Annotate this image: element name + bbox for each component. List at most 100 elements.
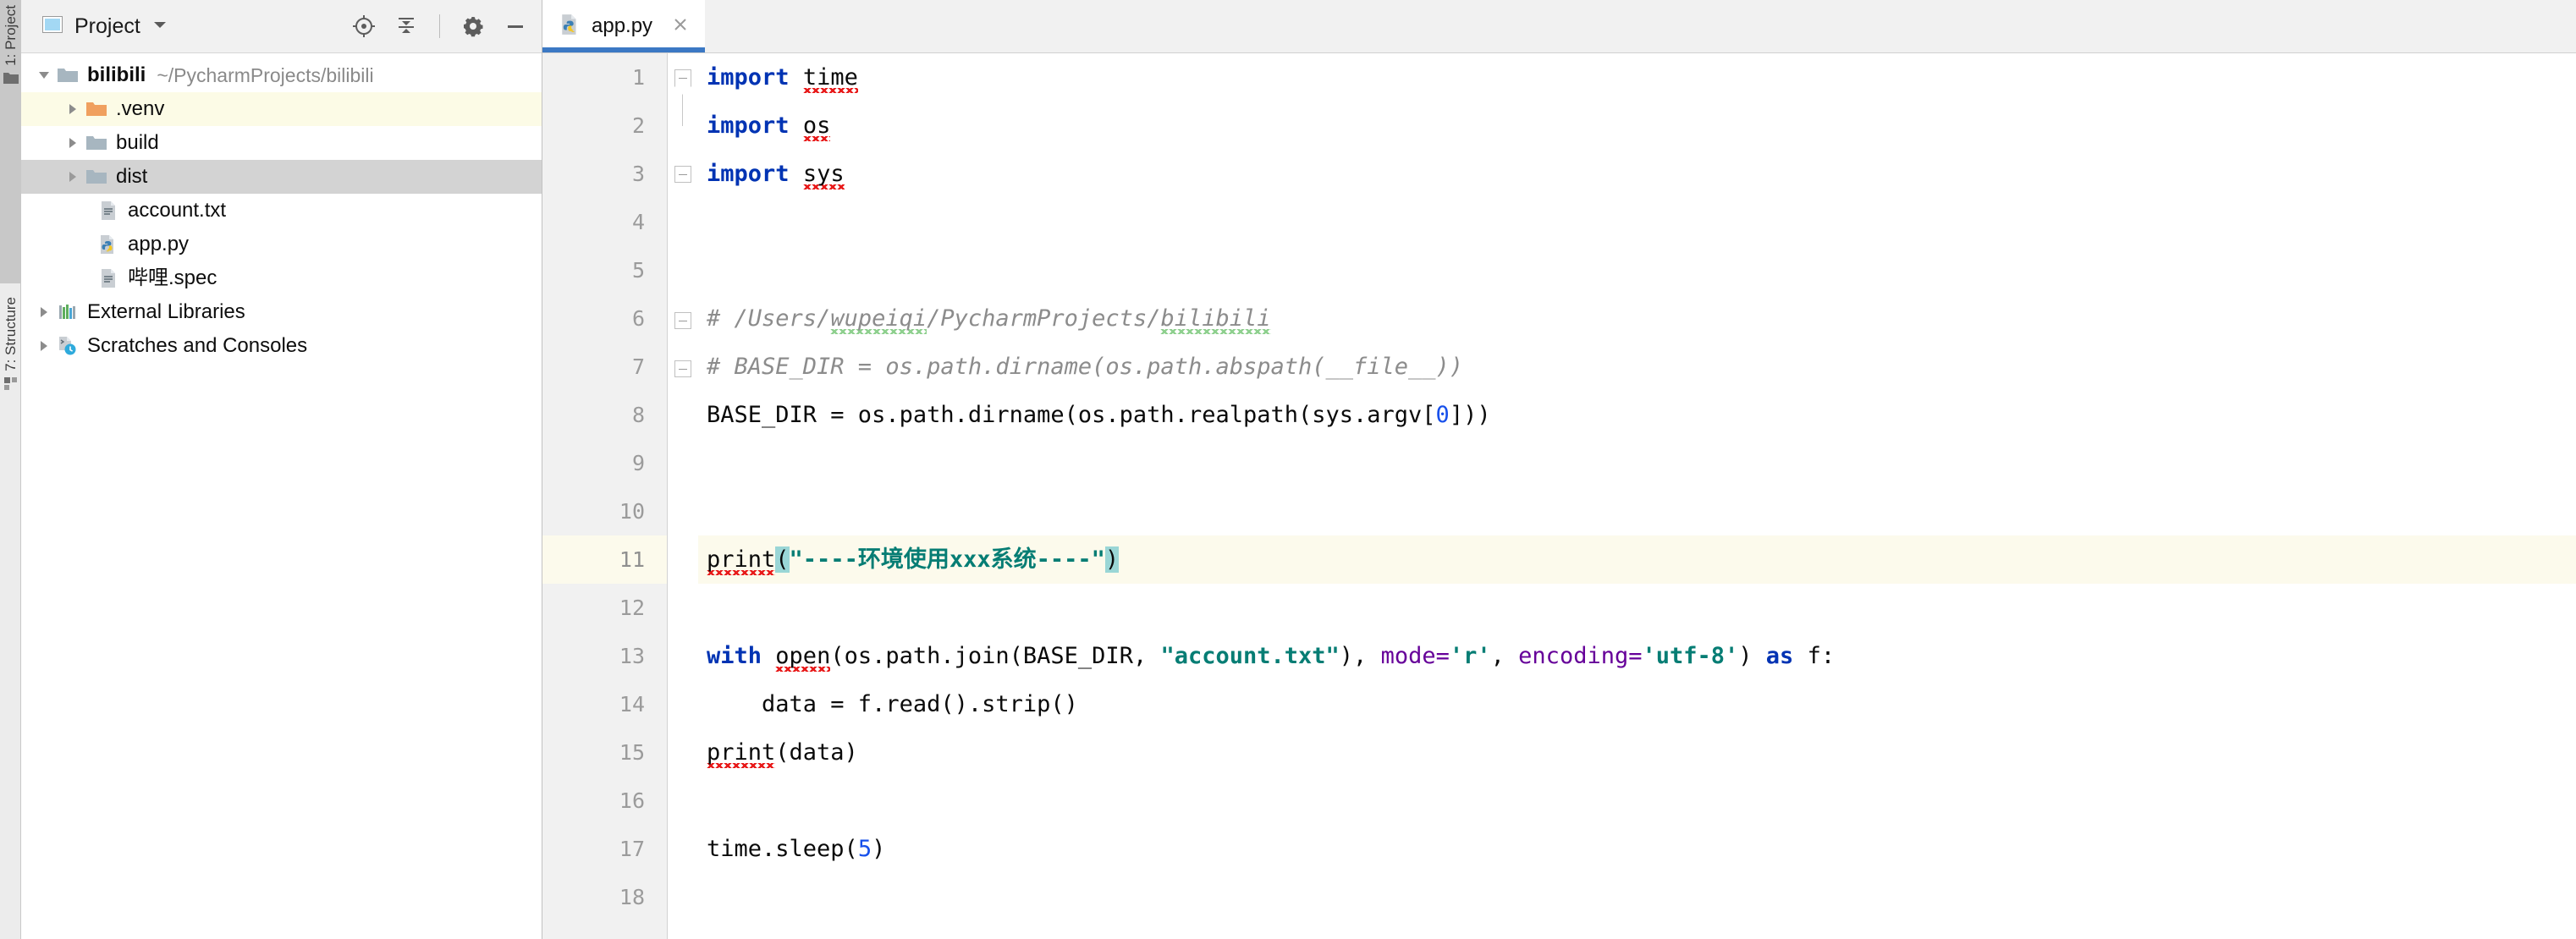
editor-tab-bar: app.py: [542, 0, 2576, 53]
tool-window-tab-structure-label: 7: Structure: [3, 297, 19, 371]
structure-icon: [3, 376, 19, 395]
line-number: 18: [619, 885, 645, 909]
module-sys: sys: [802, 161, 845, 189]
comment-part: # /Users/: [707, 305, 831, 332]
code-line-8: BASE_DIR = os.path.dirname(os.path.realp…: [698, 391, 2576, 439]
tree-row[interactable]: build: [21, 126, 542, 160]
keyword-as: as: [1765, 643, 1794, 669]
comment-basedir: # BASE_DIR = os.path.dirname(os.path.abs…: [707, 354, 1464, 380]
module-time: time: [802, 64, 858, 93]
chevron-collapsed-icon[interactable]: [33, 338, 55, 354]
code-editor[interactable]: 1 2 3 4 5 6 7 8 9 10 11 12 13 14 15 16 1…: [542, 53, 2576, 939]
fold-marker-comment-7[interactable]: [674, 360, 691, 377]
minimize-icon[interactable]: [501, 12, 530, 41]
tree-item-label: Scratches and Consoles: [87, 334, 308, 357]
code-line-11: print("----环境使用xxx系统----"): [698, 535, 2576, 584]
code-line-14: data = f.read().strip(): [698, 680, 2576, 728]
tool-window-tab-structure[interactable]: 7: Structure: [0, 292, 21, 579]
tool-window-tab-project-label: 1: Project: [3, 5, 19, 66]
function-open: open: [775, 643, 831, 672]
chevron-expanded-icon[interactable]: [33, 68, 55, 83]
code-text: ])): [1449, 402, 1491, 428]
folder-icon: [84, 167, 109, 186]
tree-row[interactable]: 哔哩.spec: [21, 261, 542, 295]
collapse-all-icon[interactable]: [392, 12, 421, 41]
line-number: 14: [619, 692, 645, 717]
code-line-6: # /Users/wupeiqi/PycharmProjects/bilibil…: [698, 294, 2576, 343]
chevron-collapsed-icon[interactable]: [62, 102, 84, 117]
code-text: ,: [1490, 643, 1519, 669]
module-os: os: [802, 113, 831, 141]
string-literal-banner: "----环境使用xxx系统----": [789, 546, 1105, 573]
code-folding-gutter[interactable]: [668, 53, 698, 939]
project-tool-window: Project bilibili ~/PycharmProjects/bilib…: [21, 0, 542, 939]
tree-item-label: .venv: [116, 97, 165, 120]
tree-item-label: dist: [116, 165, 148, 188]
function-print: print: [707, 546, 776, 575]
scratches-icon: [55, 336, 80, 356]
tree-row[interactable]: .venv: [21, 92, 542, 126]
fold-marker-comment-6[interactable]: [674, 312, 691, 329]
kwarg-encoding: encoding: [1518, 643, 1629, 669]
code-line-17: time.sleep(5): [698, 825, 2576, 873]
tree-row[interactable]: bilibili ~/PycharmProjects/bilibili: [21, 58, 542, 92]
chevron-down-icon[interactable]: [151, 19, 168, 35]
folder-icon: [84, 134, 109, 152]
fold-marker-imports-end[interactable]: [674, 166, 691, 183]
folder-orange-icon: [84, 100, 109, 118]
pycharm-window: 1: Project 7: Structure Project bilibili…: [0, 0, 2576, 939]
project-window-icon: [41, 14, 63, 40]
tree-item-label: External Libraries: [87, 300, 245, 323]
line-number: 1: [631, 65, 645, 90]
line-number: 5: [631, 258, 645, 283]
line-number: 3: [631, 162, 645, 186]
code-text: (os.path.join(BASE_DIR,: [830, 643, 1161, 669]
tool-window-tab-project[interactable]: 1: Project: [0, 0, 21, 283]
number-zero: 0: [1435, 402, 1450, 428]
chevron-collapsed-icon[interactable]: [33, 305, 55, 320]
editor-tab-label: app.py: [592, 14, 653, 37]
tree-row[interactable]: dist: [21, 160, 542, 194]
python-file-icon: [96, 234, 121, 255]
folder-icon: [55, 66, 80, 85]
close-icon[interactable]: [671, 15, 690, 38]
code-text: ): [1738, 643, 1766, 669]
comment-word-wupeiqi: wupeiqi: [830, 305, 927, 334]
locate-icon[interactable]: [350, 12, 378, 41]
text-file-icon: [96, 268, 121, 288]
code-text: (data): [775, 739, 858, 766]
string-literal-account: "account.txt": [1160, 643, 1340, 669]
string-literal-utf8: 'utf-8': [1642, 643, 1739, 669]
chevron-collapsed-icon[interactable]: [62, 135, 84, 151]
project-tree: bilibili ~/PycharmProjects/bilibili .ven…: [21, 53, 542, 939]
tree-item-path: ~/PycharmProjects/bilibili: [157, 63, 374, 86]
line-number: 7: [631, 354, 645, 379]
tree-row[interactable]: app.py: [21, 228, 542, 261]
code-text-area[interactable]: import time import os import sys # /User…: [698, 53, 2576, 939]
fold-marker-imports[interactable]: [674, 69, 691, 86]
tree-row[interactable]: External Libraries: [21, 295, 542, 329]
line-number: 15: [619, 740, 645, 765]
chevron-collapsed-icon[interactable]: [62, 169, 84, 184]
bracket-open-highlight: (: [775, 546, 790, 573]
code-line-2: import os: [698, 102, 2576, 150]
function-print: print: [707, 739, 776, 768]
code-text: ): [872, 836, 886, 862]
line-number: 4: [631, 210, 645, 234]
tree-row[interactable]: account.txt: [21, 194, 542, 228]
editor-area: app.py 1 2 3 4 5 6 7 8 9 10 11 12 13 14 …: [542, 0, 2576, 939]
line-number: 2: [631, 113, 645, 138]
tree-row[interactable]: Scratches and Consoles: [21, 329, 542, 363]
toolbar-divider: [439, 14, 440, 38]
editor-tab-app-py[interactable]: app.py: [542, 0, 706, 52]
python-file-icon: [559, 14, 581, 40]
project-panel-title-group[interactable]: Project: [41, 14, 168, 40]
tree-item-label: account.txt: [128, 199, 227, 222]
gear-icon[interactable]: [459, 12, 487, 41]
tree-item-label: bilibili: [87, 63, 146, 86]
comment-word-bilibili: bilibili: [1160, 305, 1271, 334]
